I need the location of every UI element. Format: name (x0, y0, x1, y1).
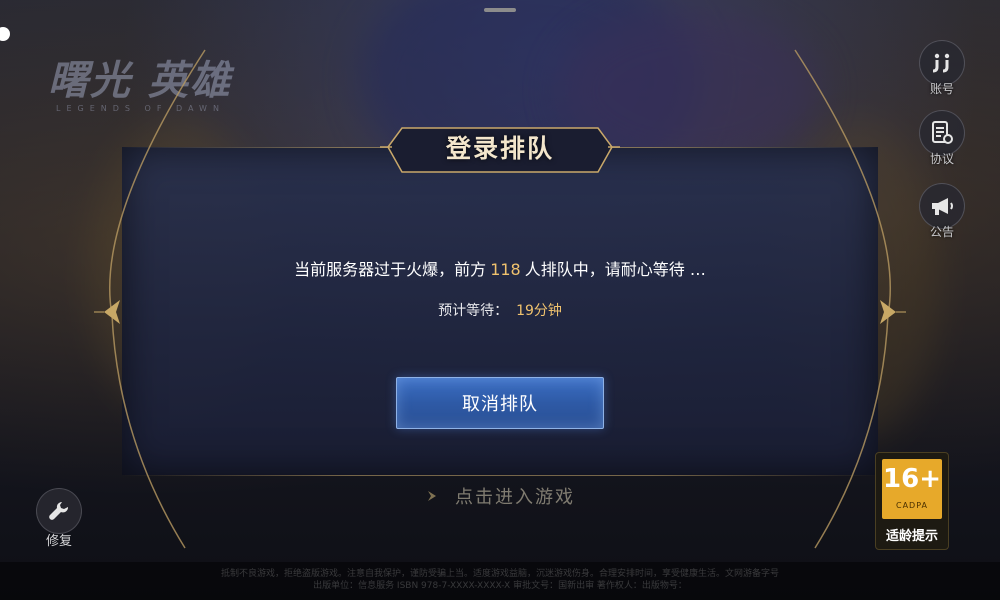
game-login-screen: 曙光 英雄 LEGENDS OF DAWN 账号 协议 公告 登录排队 当前服务… (0, 0, 1000, 600)
announcement-label: 公告 (929, 225, 954, 239)
age-rating-label: 适龄提示 (885, 529, 938, 544)
dialog-divider (122, 475, 878, 476)
cancel-queue-button[interactable]: 取消排队 (396, 377, 604, 429)
footer-disclaimer: 抵制不良游戏，拒绝盗版游戏。注意自我保护，谨防受骗上当。适度游戏益脑，沉迷游戏伤… (0, 562, 1000, 600)
wait-label: 预计等待： (438, 303, 509, 319)
wrench-icon (36, 488, 82, 534)
agreement-button[interactable]: 协议 (918, 110, 966, 167)
dialog-title: 登录排队 (445, 134, 554, 163)
logo-subtitle: LEGENDS OF DAWN (56, 104, 225, 113)
announcement-button[interactable]: 公告 (918, 183, 966, 240)
queue-count: 118 (490, 260, 521, 279)
chevron-right-icon (428, 491, 436, 501)
footer-line: 抵制不良游戏，拒绝盗版游戏。注意自我保护，谨防受骗上当。适度游戏益脑，沉迷游戏伤… (220, 569, 779, 579)
floating-dot-button[interactable] (0, 27, 10, 41)
cancel-queue-label: 取消排队 (462, 394, 538, 415)
age-rating-mark: 16+ CADPA (882, 459, 942, 519)
enter-game-label: 点击进入游戏 (455, 487, 575, 508)
dialog-title-plate: 登录排队 (392, 122, 608, 172)
queue-message-prefix: 当前服务器过于火爆，前方 (294, 260, 487, 279)
age-rating-badge[interactable]: 16+ CADPA 适龄提示 (875, 452, 949, 550)
repair-button[interactable]: 修复 (34, 488, 84, 549)
account-label: 账号 (929, 82, 954, 96)
age-rating-number: 16+ (883, 464, 941, 494)
wait-value: 19分钟 (516, 303, 562, 319)
logo-title: 曙光 英雄 (48, 57, 232, 104)
game-logo: 曙光 英雄 LEGENDS OF DAWN (48, 48, 308, 118)
footer-line: 出版单位：信息服务 ISBN 978-7-XXXX-XXXX-X 审批文号：国新… (313, 581, 687, 591)
top-drag-handle[interactable] (484, 8, 516, 12)
queue-message: 当前服务器过于火爆，前方 118 人排队中，请耐心等待 … (122, 256, 878, 280)
enter-game-button[interactable]: 点击进入游戏 (400, 482, 600, 510)
repair-label: 修复 (45, 534, 72, 549)
age-rating-org: CADPA (895, 501, 928, 510)
agreement-label: 协议 (929, 152, 954, 166)
account-button[interactable]: 账号 (918, 40, 966, 97)
estimated-wait: 预计等待： 19分钟 (122, 300, 878, 320)
queue-message-suffix: 人排队中，请耐心等待 … (524, 260, 706, 279)
